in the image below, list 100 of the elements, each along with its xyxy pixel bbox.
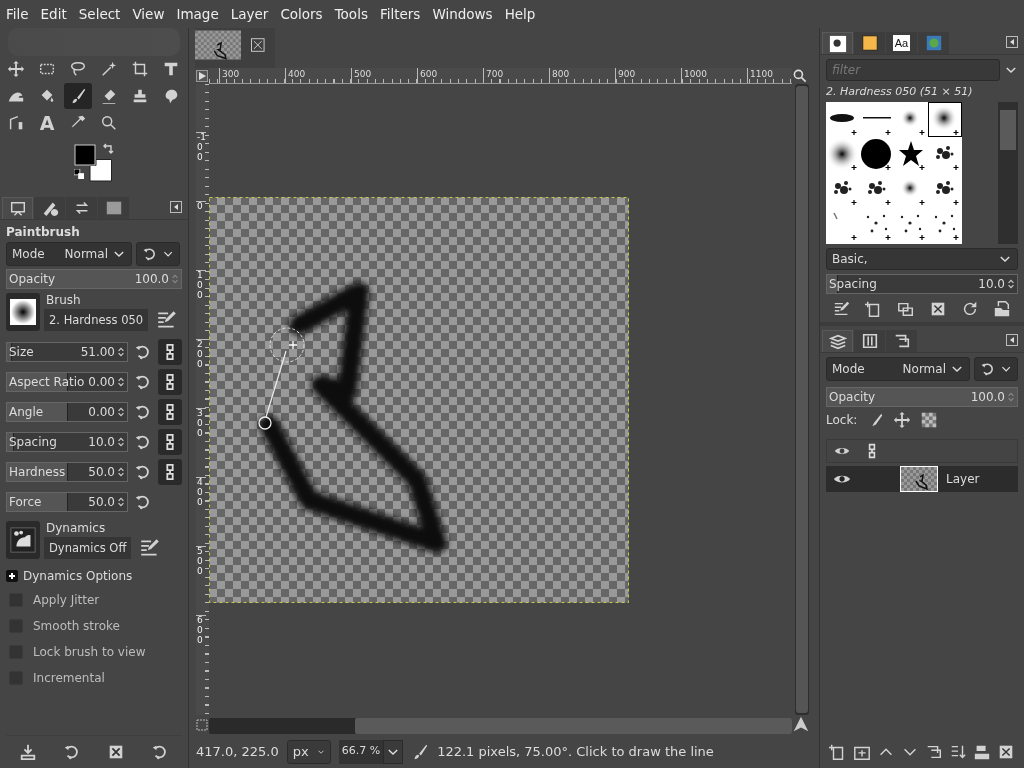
refresh-icon[interactable]: [961, 300, 979, 318]
dock-tab[interactable]: [2, 197, 33, 219]
menu-item[interactable]: Filters: [373, 6, 427, 22]
tool-button[interactable]: [64, 83, 92, 109]
unit-dropdown[interactable]: px: [286, 739, 331, 764]
link-button[interactable]: [158, 369, 182, 395]
merge-icon[interactable]: [949, 743, 967, 761]
slider-field[interactable]: Spacing 10.0: [6, 432, 128, 452]
checkbox-label: Apply Jitter: [33, 593, 100, 607]
reset-icon[interactable]: [134, 373, 152, 391]
background-color-swatch[interactable]: [89, 159, 112, 182]
vertical-scrollbar[interactable]: [795, 84, 809, 715]
dock-menu-icon[interactable]: [1006, 334, 1018, 346]
reset-icon[interactable]: [134, 433, 152, 451]
move-icon[interactable]: [893, 411, 912, 429]
swap-colors-icon[interactable]: [102, 143, 114, 155]
mask-icon[interactable]: [973, 743, 991, 761]
quick-mask-icon[interactable]: [196, 719, 208, 731]
layer-mode-dropdown[interactable]: Mode Normal: [826, 357, 970, 381]
image-tab[interactable]: [195, 28, 275, 68]
reset-mode-dropdown[interactable]: [136, 242, 180, 266]
menu-item[interactable]: View: [126, 6, 171, 22]
menu-item[interactable]: File: [0, 6, 35, 22]
dock-tab[interactable]: [854, 32, 885, 54]
save-icon[interactable]: [19, 743, 37, 761]
foreground-color-swatch[interactable]: [74, 144, 96, 166]
reset-icon[interactable]: [134, 463, 152, 481]
edit-icon[interactable]: [833, 300, 851, 318]
dock-menu-icon[interactable]: [170, 201, 182, 213]
brush-preview[interactable]: [928, 102, 962, 137]
lasso-icon: [69, 60, 87, 78]
slider-value: 50.0: [88, 465, 115, 479]
zoom-icon: [100, 114, 118, 132]
zoom-dropdown-button[interactable]: [383, 739, 404, 764]
reset-mode-dropdown[interactable]: [974, 357, 1018, 381]
image-canvas[interactable]: [209, 197, 629, 603]
dynamics-label: Dynamics: [45, 521, 107, 535]
link-button[interactable]: [158, 429, 182, 455]
layer-row[interactable]: Layer: [826, 466, 1018, 492]
reset-icon[interactable]: [134, 343, 152, 361]
default-colors-icon[interactable]: [74, 169, 84, 179]
menu-item[interactable]: Tools: [328, 6, 374, 22]
reset-icon: [980, 360, 996, 378]
dynamics-preview-button[interactable]: [6, 521, 40, 559]
slider-field[interactable]: Aspect Ratio 0.00: [6, 372, 128, 392]
slider-field[interactable]: Size 51.00: [6, 342, 128, 362]
link-button[interactable]: [158, 399, 182, 425]
opacity-slider[interactable]: Opacity 100.0: [826, 387, 1018, 407]
dynamics-field[interactable]: Dynamics Off: [44, 537, 132, 559]
reset-icon[interactable]: [134, 493, 152, 511]
menu-item[interactable]: Select: [72, 6, 127, 22]
menu-item[interactable]: Help: [498, 6, 542, 22]
spacing-slider[interactable]: Spacing 10.0: [826, 274, 1018, 294]
brush-preview[interactable]: [826, 137, 860, 172]
reset-icon[interactable]: [134, 403, 152, 421]
delete-icon[interactable]: [107, 743, 125, 761]
checkerboard-icon[interactable]: [920, 411, 939, 429]
tool-button[interactable]: A: [33, 110, 61, 136]
mode-dropdown[interactable]: Mode Normal: [6, 242, 132, 266]
dock-tab[interactable]: Aa: [886, 32, 917, 54]
menu-item[interactable]: Layer: [224, 6, 275, 22]
slider-field[interactable]: Hardness 50.0: [6, 462, 128, 482]
tag-dropdown[interactable]: Basic,: [826, 248, 1018, 270]
slider-field[interactable]: Angle 0.00: [6, 402, 128, 422]
opacity-slider[interactable]: Opacity 100.0: [6, 269, 182, 289]
zoom-icon[interactable]: [792, 68, 808, 84]
dock-tab[interactable]: [854, 330, 885, 352]
menu-item[interactable]: Windows: [426, 6, 499, 22]
reset-icon[interactable]: [151, 743, 169, 761]
slider-field[interactable]: Force 50.0: [6, 492, 128, 512]
slider-label: Spacing: [829, 277, 877, 291]
zoom-field[interactable]: 66.7 %: [338, 739, 384, 764]
open-icon[interactable]: [993, 300, 1011, 318]
play-icon[interactable]: [196, 70, 208, 82]
dock-tab[interactable]: [886, 330, 917, 352]
link-button[interactable]: [158, 459, 182, 485]
navigate-icon[interactable]: [792, 715, 810, 733]
duplicate-icon[interactable]: [897, 300, 915, 318]
expander-icon[interactable]: [6, 570, 18, 582]
delete-icon[interactable]: [929, 300, 947, 318]
menu-item[interactable]: Image: [170, 6, 225, 22]
delete-icon[interactable]: [997, 743, 1015, 761]
link-button[interactable]: [158, 339, 182, 365]
menu-item[interactable]: Edit: [34, 6, 73, 22]
dock-menu-icon[interactable]: [1006, 36, 1018, 48]
horizontal-scrollbar[interactable]: [209, 718, 792, 734]
brush-name-field[interactable]: 2. Hardness 050: [44, 309, 149, 331]
brush-scrollbar[interactable]: [998, 102, 1018, 244]
close-icon[interactable]: [251, 38, 265, 52]
dock-tab[interactable]: [34, 197, 65, 219]
brush-preview-button[interactable]: [6, 293, 40, 331]
expander-label[interactable]: Dynamics Options: [23, 569, 133, 583]
dock-tab[interactable]: [822, 330, 853, 352]
dock-tab[interactable]: [66, 197, 97, 219]
filter-field[interactable]: filter: [826, 59, 1000, 81]
menu-item[interactable]: Colors: [274, 6, 329, 22]
reset-icon[interactable]: [63, 743, 81, 761]
dock-tab[interactable]: [822, 32, 853, 54]
brush-preview[interactable]: [860, 137, 894, 172]
image-thumbnail: [195, 30, 242, 60]
